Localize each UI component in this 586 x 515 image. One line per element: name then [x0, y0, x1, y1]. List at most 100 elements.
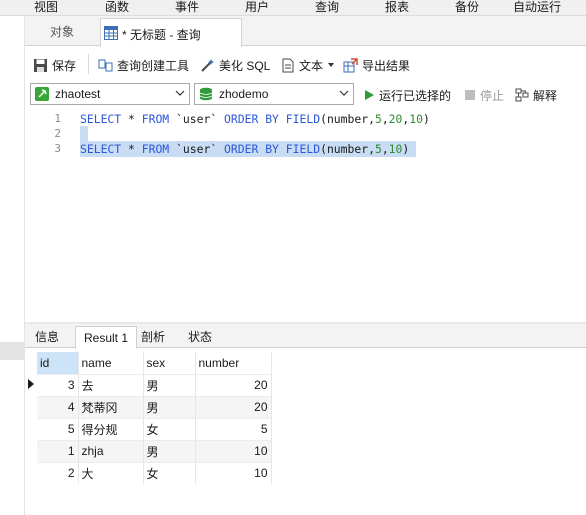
tab-objects[interactable]: 对象	[25, 18, 99, 46]
table-row[interactable]: 5 得分规女 5	[37, 417, 272, 440]
stop-label: 停止	[480, 88, 505, 103]
table-cell-name[interactable]: 得分规	[78, 417, 144, 440]
table-cell-number[interactable]: 10	[195, 439, 272, 462]
text-button[interactable]: 文本	[280, 56, 335, 74]
run-selected-button[interactable]: 运行已选择的	[363, 86, 451, 104]
code-line-3: SELECT * FROM `user` ORDER BY FIELD(numb…	[80, 142, 410, 156]
menu-item-event[interactable]: 事件	[175, 0, 199, 15]
query-builder-label: 查询创建工具	[117, 58, 190, 73]
save-label: 保存	[52, 58, 77, 73]
database-select[interactable]: zhodemo	[194, 83, 354, 105]
save-icon	[34, 58, 47, 72]
database-name: zhodemo	[219, 87, 269, 101]
tab-query-label: * 无标题 - 查询	[122, 28, 201, 42]
column-header-number[interactable]: number	[195, 352, 272, 374]
table-cell-sex[interactable]: 女	[143, 461, 196, 484]
table-cell-name[interactable]: 大	[78, 461, 144, 484]
query-builder-icon	[98, 59, 113, 71]
table-cell-name[interactable]: 去	[78, 373, 144, 396]
line-number: 2	[54, 127, 61, 140]
beautify-sql-button[interactable]: 美化 SQL	[200, 56, 270, 74]
table-cell-sex[interactable]: 男	[143, 395, 196, 418]
table-cell-id[interactable]: 5	[37, 417, 79, 440]
query-builder-button[interactable]: 查询创建工具	[98, 56, 189, 74]
magic-wand-icon	[201, 58, 214, 72]
code-line-1: SELECT * FROM `user` ORDER BY FIELD(numb…	[80, 112, 430, 126]
table-cell-sex[interactable]: 女	[143, 417, 196, 440]
result-table: id name sex number 3 去男 20 4 梵蒂冈男 20 5 得分规女 5 1 zh…	[37, 352, 272, 484]
menu-item-backup[interactable]: 备份	[455, 0, 479, 15]
table-cell-id[interactable]: 3	[37, 373, 79, 396]
line-number: 1	[54, 112, 61, 125]
result-grid[interactable]: id name sex number 3 去男 20 4 梵蒂冈男 20 5 得分规女 5 1 zh…	[25, 350, 586, 515]
tab-profile[interactable]: 剖析	[133, 326, 173, 348]
connection-select[interactable]: zhaotest	[30, 83, 190, 105]
navicat-query-window: 视图 函数 事件 用户 查询 报表 备份 自动运行 对象 * 无标题 - 查询	[0, 0, 586, 515]
result-table-body: 3 去男 20 4 梵蒂冈男 20 5 得分规女 5 1 zhja 男 10 2 大女 10	[37, 373, 272, 484]
tab-untitled-query[interactable]: * 无标题 - 查询	[100, 18, 242, 47]
tab-status[interactable]: 状态	[180, 326, 220, 348]
play-icon	[365, 90, 374, 100]
connection-bar: zhaotest zhodemo 运行已选择的 停止 解释	[25, 80, 586, 108]
connection-icon	[35, 87, 49, 101]
menu-item-function[interactable]: 函数	[105, 0, 129, 15]
table-row[interactable]: 3 去男 20	[37, 373, 272, 396]
table-cell-id[interactable]: 1	[37, 439, 79, 462]
document-tab-bar: 对象 * 无标题 - 查询	[25, 16, 586, 47]
left-navigator-edge	[0, 16, 25, 515]
stop-icon	[465, 90, 475, 100]
tab-info[interactable]: 信息	[27, 326, 67, 348]
export-results-label: 导出结果	[362, 58, 411, 73]
table-cell-id[interactable]: 2	[37, 461, 79, 484]
run-selected-label: 运行已选择的	[379, 88, 452, 103]
table-cell-id[interactable]: 4	[37, 395, 79, 418]
table-cell-number[interactable]: 20	[195, 373, 272, 396]
tab-result-1[interactable]: Result 1	[75, 326, 138, 349]
chevron-down-icon	[339, 90, 349, 96]
text-label: 文本	[299, 58, 324, 73]
current-row-arrow-icon	[28, 379, 34, 389]
explain-button[interactable]: 解释	[515, 86, 557, 104]
menu-item-query[interactable]: 查询	[315, 0, 339, 15]
line-number: 3	[54, 142, 61, 155]
column-header-sex[interactable]: sex	[143, 352, 196, 374]
table-cell-name[interactable]: 梵蒂冈	[78, 395, 144, 418]
table-cell-name[interactable]: zhja	[78, 439, 144, 462]
menu-item-view[interactable]: 视图	[34, 0, 58, 15]
navigator-selection-marker	[0, 342, 25, 360]
query-table-icon	[104, 26, 118, 40]
chevron-down-icon	[328, 63, 335, 67]
beautify-sql-label: 美化 SQL	[219, 58, 271, 73]
export-results-button[interactable]: 导出结果	[343, 56, 410, 74]
column-header-id[interactable]: id	[37, 352, 79, 374]
menu-bar: 视图 函数 事件 用户 查询 报表 备份 自动运行	[0, 0, 586, 16]
selection-highlight	[80, 126, 88, 142]
export-icon	[343, 57, 358, 72]
table-row[interactable]: 1 zhja 男 10	[37, 439, 272, 462]
document-icon	[282, 58, 294, 72]
query-toolbar: 保存 查询创建工具 美化 SQL 文本 导出结果	[25, 48, 586, 80]
column-header-name[interactable]: name	[78, 352, 144, 374]
line-number-gutter: 1 2 3	[25, 108, 65, 322]
table-cell-number[interactable]: 10	[195, 461, 272, 484]
sql-editor[interactable]: 1 2 3 SELECT * FROM `user` ORDER BY FIEL…	[25, 108, 586, 322]
table-cell-number[interactable]: 20	[195, 395, 272, 418]
menu-item-report[interactable]: 报表	[385, 0, 409, 15]
chevron-down-icon	[175, 90, 185, 96]
explain-icon	[515, 88, 529, 102]
save-button[interactable]: 保存	[33, 56, 76, 74]
stop-button[interactable]: 停止	[464, 86, 504, 104]
menu-item-automation[interactable]: 自动运行	[513, 0, 561, 15]
database-icon	[199, 87, 213, 101]
table-cell-sex[interactable]: 男	[143, 439, 196, 462]
connection-name: zhaotest	[55, 87, 101, 101]
table-row[interactable]: 2 大女 10	[37, 461, 272, 484]
table-cell-number[interactable]: 5	[195, 417, 272, 440]
table-cell-sex[interactable]: 男	[143, 373, 196, 396]
menu-item-user[interactable]: 用户	[245, 0, 269, 15]
explain-label: 解释	[533, 88, 558, 103]
toolbar-separator	[88, 54, 89, 74]
result-tab-bar: 信息 Result 1 剖析 状态	[25, 324, 586, 349]
table-row[interactable]: 4 梵蒂冈男 20	[37, 395, 272, 418]
header-row: id name sex number	[37, 352, 272, 374]
